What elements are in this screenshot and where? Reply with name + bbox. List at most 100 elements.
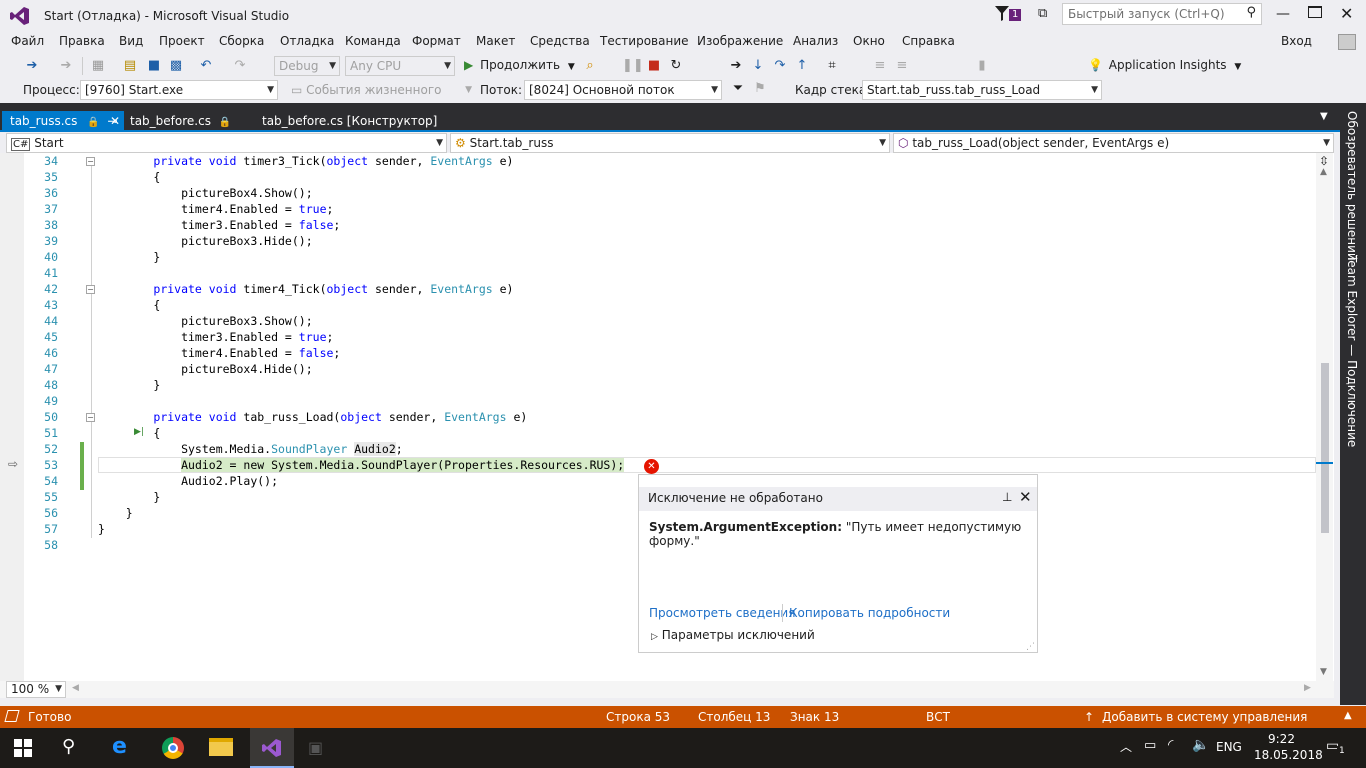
- zoom-dropdown[interactable]: 100 % ▼: [6, 681, 66, 698]
- start-icon[interactable]: [14, 739, 32, 757]
- code-line-51[interactable]: {: [98, 426, 160, 440]
- code-line-53[interactable]: Audio2 = new System.Media.SoundPlayer(Pr…: [98, 458, 625, 472]
- language-indicator[interactable]: ENG: [1216, 740, 1242, 754]
- find-icon[interactable]: ⌕: [580, 56, 600, 76]
- step-into-icon[interactable]: ↓: [748, 56, 768, 76]
- show-next-statement-icon[interactable]: ➔: [726, 56, 746, 76]
- project-dropdown[interactable]: C# Start ▼: [6, 133, 447, 153]
- undo-icon[interactable]: ↶: [196, 56, 216, 76]
- filter-icon[interactable]: ⏷: [728, 79, 748, 99]
- menu-format[interactable]: Формат: [412, 34, 461, 48]
- menu-build[interactable]: Сборка: [219, 34, 264, 48]
- quick-launch-input[interactable]: Быстрый запуск (Ctrl+Q): [1068, 7, 1225, 21]
- continue-button[interactable]: ▶ Продолжить ▼: [464, 58, 575, 76]
- solution-explorer-tab[interactable]: Обозреватель решений: [1345, 111, 1359, 261]
- stackframe-dropdown[interactable]: Start.tab_russ.tab_russ_Load ▼: [862, 80, 1102, 100]
- fold-toggle[interactable]: −: [86, 157, 95, 166]
- tab-tab-before[interactable]: tab_before.cs 🔒: [122, 111, 242, 132]
- code-line-36[interactable]: pictureBox4.Show();: [98, 186, 313, 200]
- edge-icon[interactable]: e: [112, 734, 127, 759]
- back-icon[interactable]: ➔: [22, 56, 42, 76]
- menu-window[interactable]: Окно: [853, 34, 885, 48]
- flag-threads-icon[interactable]: ⚑: [750, 79, 770, 99]
- clock-time[interactable]: 9:22: [1268, 732, 1295, 746]
- scroll-right-icon[interactable]: ▶: [1304, 683, 1311, 693]
- split-icon[interactable]: ⇳: [1319, 154, 1329, 168]
- exception-settings-expander[interactable]: ▷ Параметры исключений: [651, 628, 815, 642]
- explorer-icon[interactable]: [209, 738, 233, 756]
- pause-icon[interactable]: ❚❚: [622, 56, 644, 76]
- copy-details-link[interactable]: Копировать подробности: [789, 606, 950, 620]
- menu-project[interactable]: Проект: [159, 34, 205, 48]
- menu-tools[interactable]: Средства: [530, 34, 590, 48]
- scroll-left-icon[interactable]: ◀: [72, 683, 79, 693]
- menu-test[interactable]: Тестирование: [600, 34, 689, 48]
- clock-date[interactable]: 18.05.2018: [1254, 748, 1323, 762]
- close-icon[interactable]: ✕: [1019, 488, 1032, 506]
- code-line-55[interactable]: }: [98, 490, 160, 504]
- horizontal-scrollbar[interactable]: 100 % ▼ ◀ ▶: [0, 681, 1334, 698]
- code-line-46[interactable]: timer4.Enabled = false;: [98, 346, 340, 360]
- save-icon[interactable]: ■: [144, 56, 164, 76]
- menu-image[interactable]: Изображение: [697, 34, 783, 48]
- stop-icon[interactable]: ■: [644, 56, 664, 76]
- tab-tab-russ[interactable]: tab_russ.cs 🔒 ⊸ ✕: [2, 111, 124, 132]
- volume-icon[interactable]: 🔈: [1192, 737, 1209, 753]
- network-icon[interactable]: ◜: [1168, 737, 1173, 753]
- close-button[interactable]: ✕: [1340, 4, 1353, 23]
- menu-team[interactable]: Команда: [345, 34, 401, 48]
- team-explorer-tab[interactable]: Team Explorer — Подключение: [1345, 255, 1359, 447]
- comment-icon[interactable]: ≡: [870, 56, 890, 76]
- code-line-45[interactable]: timer3.Enabled = true;: [98, 330, 333, 344]
- config-dropdown[interactable]: Debug ▼: [274, 56, 340, 76]
- code-line-50[interactable]: private void tab_russ_Load(object sender…: [98, 410, 527, 424]
- platform-dropdown[interactable]: Any CPU ▼: [345, 56, 455, 76]
- code-line-42[interactable]: private void timer4_Tick(object sender, …: [98, 282, 513, 296]
- open-file-icon[interactable]: ▤: [120, 56, 140, 76]
- code-line-47[interactable]: pictureBox4.Hide();: [98, 362, 313, 376]
- tab-tab-before-designer[interactable]: tab_before.cs [Конструктор] 🔒: [254, 111, 444, 148]
- code-line-37[interactable]: timer4.Enabled = true;: [98, 202, 333, 216]
- tab-overflow-icon[interactable]: ▼: [1320, 111, 1328, 122]
- account-icon[interactable]: [1338, 34, 1356, 50]
- code-line-38[interactable]: timer3.Enabled = false;: [98, 218, 340, 232]
- vertical-scrollbar[interactable]: ⇳ ▲ ▼: [1316, 153, 1333, 681]
- show-hidden-icons-icon[interactable]: ︿: [1120, 738, 1132, 755]
- menu-debug[interactable]: Отладка: [280, 34, 334, 48]
- menu-help[interactable]: Справка: [902, 34, 955, 48]
- battery-icon[interactable]: ▭: [1144, 738, 1156, 753]
- bookmark-icon[interactable]: ▮: [972, 56, 992, 76]
- scroll-thumb[interactable]: [1321, 363, 1329, 533]
- member-dropdown[interactable]: ⬡ tab_russ_Load(object sender, EventArgs…: [893, 133, 1334, 153]
- lifecycle-events-dropdown[interactable]: ▭ События жизненного цикла▼: [286, 80, 476, 115]
- tab-close-icon[interactable]: ✕: [110, 111, 120, 131]
- status-up-arrow-icon[interactable]: ▲: [1344, 710, 1352, 721]
- feedback-icon[interactable]: ⧉: [1038, 6, 1047, 21]
- new-project-icon[interactable]: ▦: [88, 56, 108, 76]
- code-line-54[interactable]: Audio2.Play();: [98, 474, 278, 488]
- menu-view[interactable]: Вид: [119, 34, 143, 48]
- code-line-43[interactable]: {: [98, 298, 160, 312]
- code-line-52[interactable]: System.Media.SoundPlayer Audio2;: [98, 442, 403, 456]
- menu-layout[interactable]: Макет: [476, 34, 515, 48]
- step-out-icon[interactable]: ↑: [792, 56, 812, 76]
- save-all-icon[interactable]: ▩: [166, 56, 186, 76]
- app-insights-button[interactable]: 💡 Application Insights ▼: [1088, 58, 1241, 72]
- restart-icon[interactable]: ↻: [666, 56, 686, 76]
- view-details-link[interactable]: Просмотреть сведения: [649, 606, 795, 620]
- code-line-56[interactable]: }: [98, 506, 133, 520]
- code-line-44[interactable]: pictureBox3.Show();: [98, 314, 313, 328]
- minimize-button[interactable]: —: [1276, 6, 1290, 22]
- app-icon[interactable]: ▣: [308, 738, 323, 757]
- fold-toggle[interactable]: −: [86, 413, 95, 422]
- forward-icon[interactable]: ➔: [56, 56, 76, 76]
- process-dropdown[interactable]: [9760] Start.exe ▼: [80, 80, 278, 100]
- code-line-57[interactable]: }: [98, 522, 105, 536]
- redo-icon[interactable]: ↷: [230, 56, 250, 76]
- scroll-down-icon[interactable]: ▼: [1320, 667, 1327, 677]
- vs-taskbar-button[interactable]: [250, 728, 294, 768]
- fold-toggle[interactable]: −: [86, 285, 95, 294]
- thread-dropdown[interactable]: [8024] Основной поток ▼: [524, 80, 722, 100]
- search-icon[interactable]: ⚲: [62, 736, 75, 757]
- menu-analyze[interactable]: Анализ: [793, 34, 838, 48]
